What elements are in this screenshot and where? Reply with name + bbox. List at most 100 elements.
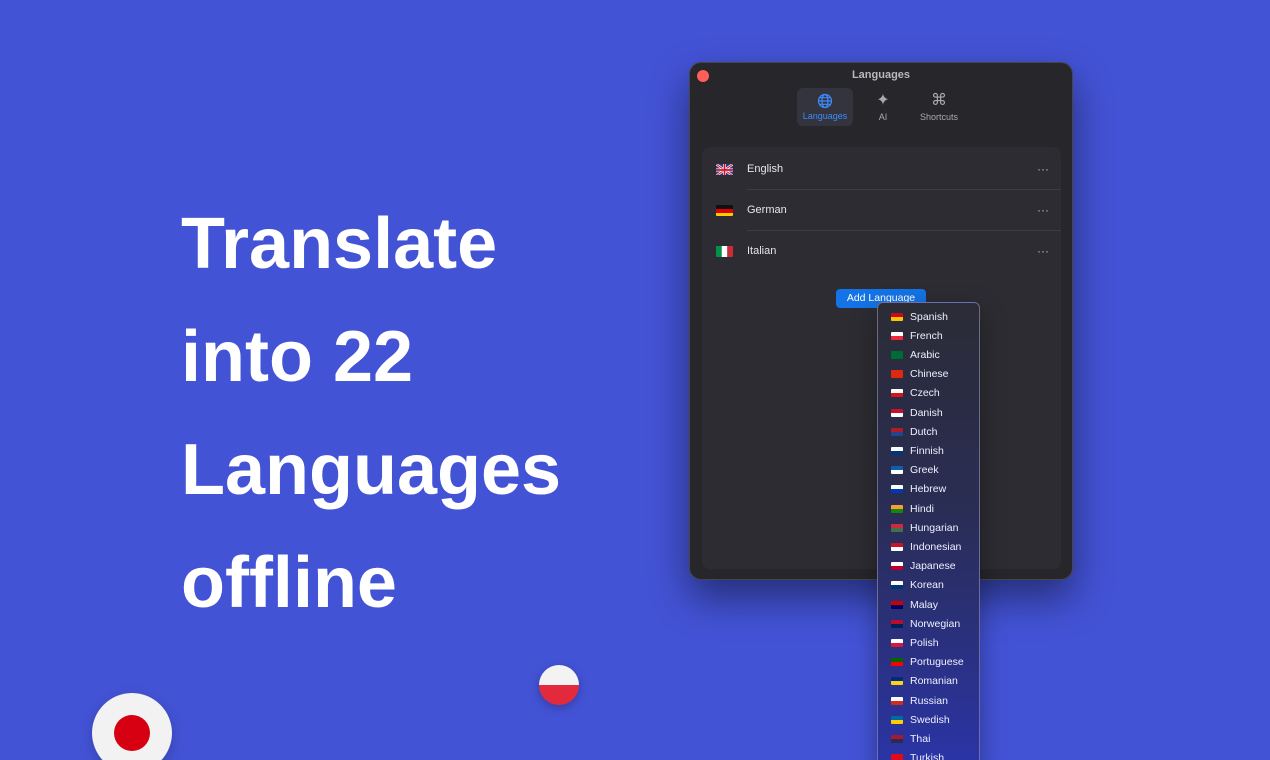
dropdown-option-malay[interactable]: Malay	[878, 595, 979, 614]
tab-shortcuts[interactable]: ⌘ Shortcuts	[913, 88, 965, 126]
japan-flag-bubble-icon	[92, 693, 172, 760]
poland-flag-bubble-icon	[539, 665, 579, 705]
dropdown-option-dutch[interactable]: Dutch	[878, 422, 979, 441]
greek-flag-icon	[891, 466, 903, 475]
dropdown-option-label: Czech	[910, 387, 940, 400]
dropdown-option-turkish[interactable]: Turkish	[878, 749, 979, 760]
portuguese-flag-icon	[891, 658, 903, 667]
dropdown-option-label: Turkish	[910, 752, 945, 760]
dropdown-option-hungarian[interactable]: Hungarian	[878, 518, 979, 537]
more-options-button[interactable]: ···	[1037, 162, 1049, 176]
language-row-german[interactable]: German ···	[702, 190, 1061, 230]
hungarian-flag-icon	[891, 523, 903, 532]
finnish-flag-icon	[891, 446, 903, 455]
czech-flag-icon	[891, 389, 903, 398]
tab-ai[interactable]: ✦ AI	[857, 88, 909, 126]
dropdown-option-portuguese[interactable]: Portuguese	[878, 653, 979, 672]
dropdown-option-label: Romanian	[910, 675, 958, 688]
dropdown-option-finnish[interactable]: Finnish	[878, 441, 979, 460]
dropdown-option-label: Korean	[910, 579, 944, 592]
sparkles-icon: ✦	[876, 92, 890, 109]
dropdown-option-label: Arabic	[910, 348, 940, 361]
dropdown-option-label: Chinese	[910, 368, 949, 381]
headline-line-3: Languages	[181, 430, 562, 510]
italy-flag-icon	[716, 245, 733, 257]
dropdown-option-label: French	[910, 329, 943, 342]
dropdown-option-label: Spanish	[910, 310, 948, 323]
dropdown-option-label: Indonesian	[910, 540, 962, 553]
dropdown-option-french[interactable]: French	[878, 326, 979, 345]
dropdown-option-hebrew[interactable]: Hebrew	[878, 480, 979, 499]
dropdown-option-label: Russian	[910, 694, 948, 707]
dropdown-option-label: Dutch	[910, 425, 938, 438]
dropdown-option-label: Norwegian	[910, 617, 961, 630]
headline-line-4: offline	[181, 543, 397, 623]
dropdown-option-label: Polish	[910, 636, 939, 649]
dropdown-option-greek[interactable]: Greek	[878, 461, 979, 480]
dropdown-option-korean[interactable]: Korean	[878, 576, 979, 595]
hebrew-flag-icon	[891, 485, 903, 494]
more-options-button[interactable]: ···	[1037, 244, 1049, 258]
danish-flag-icon	[891, 408, 903, 417]
indonesian-flag-icon	[891, 542, 903, 551]
more-options-button[interactable]: ···	[1037, 203, 1049, 217]
language-name: English	[747, 163, 784, 175]
dropdown-option-indonesian[interactable]: Indonesian	[878, 537, 979, 556]
command-icon: ⌘	[931, 92, 947, 109]
globe-icon	[817, 93, 833, 109]
japanese-flag-icon	[891, 562, 903, 571]
dropdown-option-chinese[interactable]: Chinese	[878, 365, 979, 384]
headline: Translate into 22 Languages offline	[181, 188, 561, 640]
french-flag-icon	[891, 331, 903, 340]
uk-flag-icon	[716, 163, 733, 175]
language-dropdown-menu: Spanish French Arabic Chinese Czech Danish Dut…	[877, 302, 980, 760]
dropdown-option-arabic[interactable]: Arabic	[878, 345, 979, 364]
dropdown-option-label: Hungarian	[910, 521, 959, 534]
dropdown-option-label: Finnish	[910, 444, 944, 457]
malay-flag-icon	[891, 600, 903, 609]
dropdown-option-romanian[interactable]: Romanian	[878, 672, 979, 691]
tab-languages-label: Languages	[802, 111, 848, 121]
language-row-english[interactable]: English ···	[702, 149, 1061, 189]
spanish-flag-icon	[891, 312, 903, 321]
polish-flag-icon	[891, 638, 903, 647]
dropdown-option-label: Hindi	[910, 502, 934, 515]
thai-flag-icon	[891, 734, 903, 743]
dropdown-option-label: Swedish	[910, 713, 950, 726]
dropdown-option-label: Malay	[910, 598, 939, 611]
dropdown-option-polish[interactable]: Polish	[878, 633, 979, 652]
dropdown-option-label: Danish	[910, 406, 943, 419]
language-name: German	[747, 204, 787, 216]
dropdown-option-hindi[interactable]: Hindi	[878, 499, 979, 518]
chinese-flag-icon	[891, 370, 903, 379]
language-row-italian[interactable]: Italian ···	[702, 231, 1061, 271]
dropdown-option-label: Thai	[910, 732, 931, 745]
dropdown-option-japanese[interactable]: Japanese	[878, 557, 979, 576]
korean-flag-icon	[891, 581, 903, 590]
tab-ai-label: AI	[878, 112, 888, 122]
arabic-flag-icon	[891, 350, 903, 359]
dropdown-option-spanish[interactable]: Spanish	[878, 307, 979, 326]
tab-languages[interactable]: Languages	[797, 88, 853, 126]
dropdown-option-russian[interactable]: Russian	[878, 691, 979, 710]
dropdown-option-thai[interactable]: Thai	[878, 729, 979, 748]
headline-line-2: into 22	[181, 317, 414, 397]
dropdown-option-swedish[interactable]: Swedish	[878, 710, 979, 729]
dropdown-option-label: Portuguese	[910, 656, 964, 669]
hindi-flag-icon	[891, 504, 903, 513]
dropdown-option-danish[interactable]: Danish	[878, 403, 979, 422]
dutch-flag-icon	[891, 427, 903, 436]
turkish-flag-icon	[891, 754, 903, 760]
headline-line-1: Translate	[181, 204, 498, 284]
window-title: Languages	[851, 69, 911, 81]
dropdown-option-label: Greek	[910, 464, 939, 477]
dropdown-option-norwegian[interactable]: Norwegian	[878, 614, 979, 633]
tab-shortcuts-label: Shortcuts	[919, 112, 959, 122]
norwegian-flag-icon	[891, 619, 903, 628]
dropdown-option-czech[interactable]: Czech	[878, 384, 979, 403]
germany-flag-icon	[716, 204, 733, 216]
preferences-toolbar: Languages ✦ AI ⌘ Shortcuts	[690, 88, 1072, 126]
dropdown-option-label: Hebrew	[910, 483, 947, 496]
dropdown-option-label: Japanese	[910, 560, 956, 573]
swedish-flag-icon	[891, 715, 903, 724]
